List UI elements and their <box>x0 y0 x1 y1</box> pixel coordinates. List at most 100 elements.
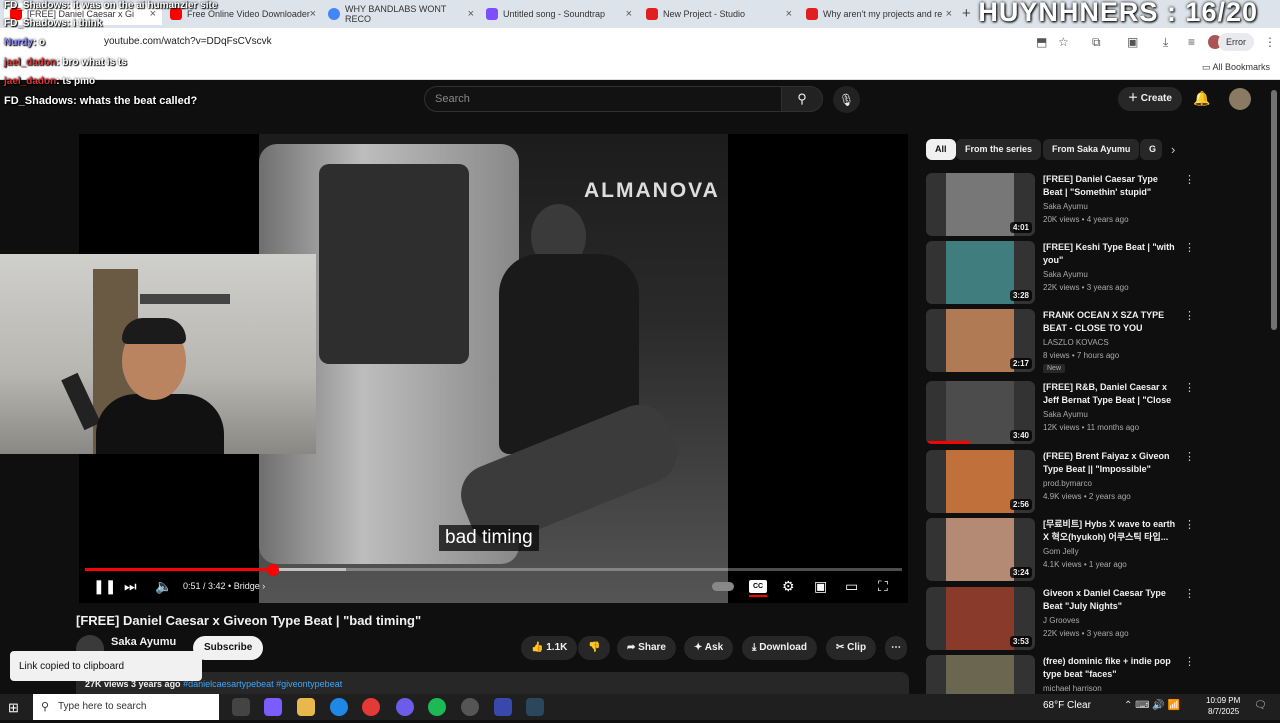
recommended-video[interactable]: 3:53 Giveon x Daniel Caesar Type Beat "Ju… <box>926 587 1196 655</box>
subscribe-button[interactable]: Subscribe <box>193 636 264 660</box>
autoplay-toggle[interactable] <box>712 582 734 591</box>
theater-mode-icon[interactable]: ▭ <box>845 578 858 595</box>
download-button[interactable]: ⤓ Download <box>742 636 817 660</box>
menu-icon[interactable]: ⋮ <box>1264 35 1276 49</box>
recommended-video[interactable]: 4:01 [FREE] Daniel Caesar Type Beat | "So… <box>926 173 1196 241</box>
recommended-video[interactable]: 2:17 FRANK OCEAN X SZA TYPE BEAT - CLOSE … <box>926 309 1196 377</box>
chip-more[interactable]: G <box>1140 139 1162 160</box>
video-thumbnail[interactable]: 4:01 <box>926 173 1035 236</box>
volume-icon[interactable]: 🔈 <box>155 578 172 595</box>
chevron-right-icon[interactable]: › <box>1171 142 1175 157</box>
clock-date[interactable]: 8/7/2025 <box>1208 707 1239 716</box>
more-icon[interactable]: ⋮ <box>1184 381 1195 394</box>
recommended-channel[interactable]: Saka Ayumu <box>1043 410 1088 419</box>
file-explorer-icon[interactable] <box>297 698 315 716</box>
clock-time[interactable]: 10:09 PM <box>1206 696 1240 705</box>
close-icon[interactable]: × <box>626 8 632 20</box>
video-thumbnail[interactable]: 3:24 <box>926 518 1035 581</box>
close-icon[interactable]: × <box>946 8 952 20</box>
chip-all[interactable]: All <box>926 139 956 160</box>
video-thumbnail[interactable]: 3:40 <box>926 381 1035 444</box>
video-thumbnail[interactable]: 2:56 <box>926 450 1035 513</box>
tab-bandlab-question[interactable]: WHY BANDLABS WONT RECO × <box>322 3 480 25</box>
error-button[interactable]: Error <box>1218 33 1254 51</box>
more-icon[interactable]: ⋮ <box>1184 587 1195 600</box>
steam-icon[interactable] <box>526 698 544 716</box>
recommended-title[interactable]: (FREE) Brent Faiyaz x Giveon Type Beat |… <box>1043 450 1179 476</box>
bell-icon[interactable]: 🔔 <box>1193 90 1210 107</box>
share-button[interactable]: ➦ Share <box>617 636 676 660</box>
create-button[interactable]: ＋ Create <box>1118 87 1182 111</box>
install-icon[interactable]: ⬒ <box>1036 35 1047 49</box>
pause-icon[interactable]: ❚❚ <box>93 578 116 595</box>
recommended-title[interactable]: [무료비트] Hybs X wave to earth X 혁오(hyukoh)… <box>1043 518 1179 544</box>
chip-from-saka-ayumu[interactable]: From Saka Ayumu <box>1043 139 1140 160</box>
close-icon[interactable]: × <box>786 8 792 20</box>
media-icon[interactable]: ≡ <box>1188 35 1195 49</box>
progress-scrubber[interactable] <box>266 564 279 576</box>
new-tab-button[interactable]: + <box>962 5 971 22</box>
more-actions-button[interactable]: ⋯ <box>885 636 907 660</box>
clip-button[interactable]: ✂ Clip <box>826 636 877 660</box>
search-input[interactable]: Search <box>424 86 782 112</box>
chip-from-the-series[interactable]: From the series <box>956 139 1042 160</box>
more-icon[interactable]: ⋮ <box>1184 173 1195 186</box>
scrollbar[interactable] <box>1271 90 1277 330</box>
recommended-video[interactable]: 2:56 (FREE) Brent Faiyaz x Giveon Type Be… <box>926 450 1196 518</box>
chrome-icon[interactable] <box>362 698 380 716</box>
recommended-channel[interactable]: michael harrison <box>1043 684 1102 693</box>
recommended-video[interactable]: 3:28 [FREE] Keshi Type Beat | "with you" S… <box>926 241 1196 309</box>
like-button[interactable]: 👍 1.1K <box>521 636 578 660</box>
progress-bar[interactable] <box>85 568 902 571</box>
recommended-title[interactable]: [FREE] Keshi Type Beat | "with you" <box>1043 241 1179 267</box>
windows-start-icon[interactable]: ⊞ <box>8 700 19 716</box>
close-icon[interactable]: × <box>310 8 316 20</box>
video-thumbnail[interactable]: 3:28 <box>926 241 1035 304</box>
close-icon[interactable]: × <box>468 8 474 20</box>
more-icon[interactable]: ⋮ <box>1184 309 1195 322</box>
tab-soundtrap[interactable]: Untitled song - Soundtrap × <box>480 3 638 25</box>
more-icon[interactable]: ⋮ <box>1184 518 1195 531</box>
voice-search-button[interactable]: 🎙 <box>833 86 860 113</box>
spotify-icon[interactable] <box>428 698 446 716</box>
tray-icons[interactable]: ⌃ ⌨ 🔊 📶 <box>1124 700 1180 711</box>
recommended-title[interactable]: Giveon x Daniel Caesar Type Beat "July N… <box>1043 587 1179 613</box>
account-avatar[interactable] <box>1229 88 1251 110</box>
recommended-video[interactable]: 3:40 [FREE] R&B, Daniel Caesar x Jeff Ber… <box>926 381 1196 449</box>
fullscreen-icon[interactable]: ⛶ <box>878 578 888 595</box>
recommended-channel[interactable]: prod.bymarco <box>1043 479 1092 488</box>
recommended-channel[interactable]: Gom Jelly <box>1043 547 1079 556</box>
recommended-title[interactable]: FRANK OCEAN X SZA TYPE BEAT - CLOSE TO Y… <box>1043 309 1179 335</box>
video-thumbnail[interactable]: 3:53 <box>926 587 1035 650</box>
video-thumbnail[interactable]: 2:17 <box>926 309 1035 372</box>
recommended-channel[interactable]: J Grooves <box>1043 616 1079 625</box>
settings-icon[interactable]: ⚙ <box>782 578 795 595</box>
chapter-label[interactable]: Bridge <box>234 581 260 591</box>
taskbar-search-input[interactable]: Type here to search <box>33 694 219 720</box>
next-icon[interactable]: ⏭ <box>124 578 137 595</box>
recommended-title[interactable]: [FREE] Daniel Caesar Type Beat | "Someth… <box>1043 173 1179 199</box>
tab-search-icon[interactable]: ▣ <box>1127 35 1138 49</box>
miniplayer-icon[interactable]: ▣ <box>814 578 827 595</box>
recommended-channel[interactable]: Saka Ayumu <box>1043 270 1088 279</box>
discord-icon[interactable] <box>396 698 414 716</box>
recommended-channel[interactable]: Saka Ayumu <box>1043 202 1088 211</box>
more-icon[interactable]: ⋮ <box>1184 241 1195 254</box>
captions-button[interactable]: CC <box>749 580 767 593</box>
tab-projects-question[interactable]: Why aren't my projects and re × <box>800 3 958 25</box>
more-icon[interactable]: ⋮ <box>1184 655 1195 668</box>
edge-icon[interactable] <box>330 698 348 716</box>
download-icon[interactable]: ⤓ <box>1163 35 1168 50</box>
star-icon[interactable]: ☆ <box>1058 35 1069 49</box>
recommended-channel[interactable]: LASZLO KOVACS <box>1043 338 1109 347</box>
all-bookmarks-link[interactable]: ▭ All Bookmarks <box>1202 62 1270 73</box>
task-view-icon[interactable] <box>232 698 250 716</box>
weather-widget[interactable]: 68°F Clear <box>1043 700 1091 711</box>
url-field[interactable]: youtube.com/watch?v=DDqFsCVscvk <box>104 36 272 47</box>
recommended-title[interactable]: [FREE] R&B, Daniel Caesar x Jeff Bernat … <box>1043 381 1179 407</box>
obs-icon[interactable] <box>461 698 479 716</box>
search-button[interactable]: ⚲ <box>781 86 823 112</box>
notification-icon[interactable]: 🗨 <box>1254 700 1267 711</box>
ask-button[interactable]: ✦ Ask <box>684 636 734 660</box>
app-icon[interactable] <box>494 698 512 716</box>
